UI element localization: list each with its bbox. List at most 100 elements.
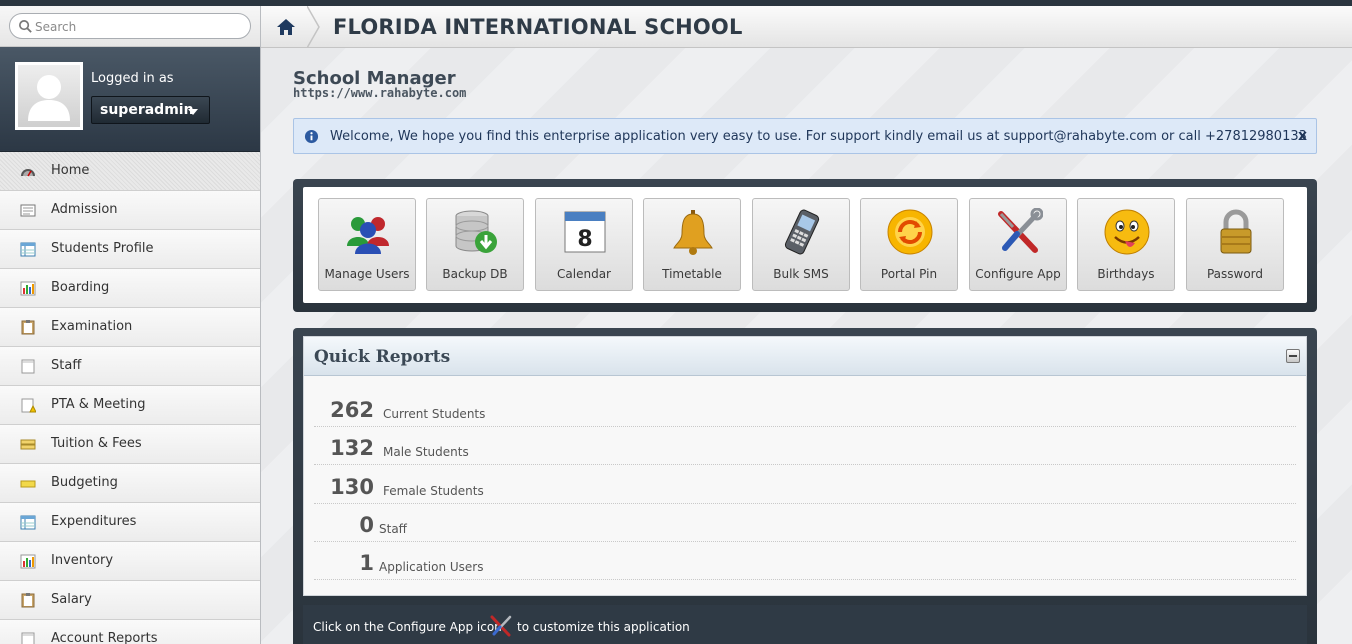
username: superadmin <box>100 102 194 118</box>
user-silhouette-icon <box>28 75 70 121</box>
sidebar-item-label: Budgeting <box>51 475 118 490</box>
shortcut-label: Birthdays <box>1097 267 1155 281</box>
search-box[interactable] <box>9 13 251 39</box>
sidebar-item-account-reports[interactable]: Account Reports <box>0 620 260 644</box>
caret-down-icon <box>188 109 198 115</box>
sidebar-nav: Home Admission Students Profile Boarding… <box>0 152 260 644</box>
shortcut-portal-pin[interactable]: Portal Pin <box>860 198 958 291</box>
refresh-pin-icon <box>887 209 933 255</box>
report-value: 132 <box>330 436 374 460</box>
quick-reports-title: Quick Reports <box>314 347 451 367</box>
tools-icon <box>490 615 512 637</box>
shortcut-label: Bulk SMS <box>773 267 829 281</box>
dashboard-gauge-icon <box>21 169 35 177</box>
alert-close-button[interactable]: x <box>1298 128 1307 144</box>
user-menu-button[interactable]: superadmin <box>91 96 210 124</box>
sidebar-item-label: PTA & Meeting <box>51 397 146 412</box>
sidebar-item-label: Examination <box>51 319 133 334</box>
warning-document-icon <box>21 398 36 413</box>
report-label: Male Students <box>383 445 469 459</box>
shortcut-bulk-sms[interactable]: Bulk SMS <box>752 198 850 291</box>
bar-chart-icon <box>20 281 36 296</box>
sidebar-item-label: Students Profile <box>51 241 154 256</box>
shortcut-label: Portal Pin <box>880 267 938 281</box>
folder-icon <box>20 480 36 488</box>
home-icon <box>277 19 295 35</box>
form-icon <box>20 204 36 217</box>
breadcrumb-separator <box>307 6 320 48</box>
sidebar-item-label: Expenditures <box>51 514 137 529</box>
sidebar-item-label: Boarding <box>51 280 110 295</box>
logged-in-label: Logged in as <box>91 71 174 86</box>
sidebar-item-label: Account Reports <box>51 631 158 644</box>
quick-reports-header: Quick Reports <box>304 337 1306 376</box>
report-label: Application Users <box>379 560 484 574</box>
main-content: School Manager https://www.rahabyte.com … <box>261 48 1352 644</box>
shortcut-label: Timetable <box>662 267 722 281</box>
sidebar-item-budgeting[interactable]: Budgeting <box>0 464 260 503</box>
shortcut-grid: Manage Users Backup DB 8 Calendar Timeta… <box>303 187 1307 303</box>
quick-reports-box: Quick Reports 262 Current Students 132 M… <box>303 336 1307 596</box>
bell-icon <box>673 210 713 255</box>
sidebar-item-staff[interactable]: Staff <box>0 347 260 386</box>
alert-text: Welcome, We hope you find this enterpris… <box>330 129 1307 144</box>
shortcut-calendar[interactable]: 8 Calendar <box>535 198 633 291</box>
user-profile: Logged in as superadmin <box>0 47 260 152</box>
home-button[interactable] <box>261 6 311 48</box>
shortcut-label: Backup DB <box>442 267 508 281</box>
configure-hint-bar: Click on the Configure App icon to custo… <box>303 605 1307 644</box>
shortcut-timetable[interactable]: Timetable <box>643 198 741 291</box>
shortcut-backup-db[interactable]: Backup DB <box>426 198 524 291</box>
shortcut-birthdays[interactable]: Birthdays <box>1077 198 1175 291</box>
search-icon <box>19 20 32 33</box>
sidebar-item-tuition-fees[interactable]: Tuition & Fees <box>0 425 260 464</box>
calendar-icon: 8 <box>564 211 606 253</box>
search-input[interactable] <box>35 18 240 35</box>
sidebar-item-salary[interactable]: Salary <box>0 581 260 620</box>
clipboard-icon <box>21 593 35 608</box>
shortcut-label: Manage Users <box>324 267 410 281</box>
sidebar-item-admission[interactable]: Admission <box>0 191 260 230</box>
document-icon <box>21 632 35 644</box>
sidebar-item-label: Staff <box>51 358 82 373</box>
sidebar-item-boarding[interactable]: Boarding <box>0 269 260 308</box>
sidebar-item-label: Inventory <box>51 553 114 568</box>
shortcut-panel: Manage Users Backup DB 8 Calendar Timeta… <box>293 179 1317 312</box>
money-icon <box>20 439 36 450</box>
report-value: 1 <box>359 551 374 575</box>
sidebar-item-inventory[interactable]: Inventory <box>0 542 260 581</box>
report-row-female-students: 130 Female Students <box>314 466 1296 504</box>
shortcut-label: Calendar <box>557 267 611 281</box>
sidebar-item-pta-meeting[interactable]: PTA & Meeting <box>0 386 260 425</box>
clipboard-icon <box>21 320 35 335</box>
sidebar-item-students-profile[interactable]: Students Profile <box>0 230 260 269</box>
sidebar-item-expenditures[interactable]: Expenditures <box>0 503 260 542</box>
avatar <box>15 62 83 130</box>
report-row-male-students: 132 Male Students <box>314 427 1296 465</box>
shortcut-label: Configure App <box>975 267 1061 281</box>
hint-text-after: to customize this application <box>517 620 690 634</box>
sidebar: Logged in as superadmin Home Admission S… <box>0 6 261 644</box>
sidebar-item-label: Admission <box>51 202 118 217</box>
search-area <box>0 6 260 47</box>
sidebar-item-label: Salary <box>51 592 92 607</box>
users-icon <box>347 217 389 254</box>
shortcut-configure-app[interactable]: Configure App <box>969 198 1067 291</box>
bar-chart-icon <box>20 554 36 569</box>
database-backup-icon <box>455 210 497 253</box>
quick-reports-panel: Quick Reports 262 Current Students 132 M… <box>293 328 1317 644</box>
table-icon <box>20 515 36 530</box>
top-header: FLORIDA INTERNATIONAL SCHOOL <box>261 6 1352 48</box>
sidebar-item-examination[interactable]: Examination <box>0 308 260 347</box>
sidebar-item-label: Home <box>51 163 90 178</box>
report-label: Staff <box>379 522 407 536</box>
tools-icon <box>998 208 1043 253</box>
collapse-icon[interactable] <box>1286 349 1300 363</box>
shortcut-password[interactable]: Password <box>1186 198 1284 291</box>
padlock-icon <box>1220 209 1252 254</box>
report-label: Current Students <box>383 407 486 421</box>
sidebar-item-home[interactable]: Home <box>0 152 260 191</box>
report-value: 0 <box>359 513 374 537</box>
table-icon <box>20 242 36 257</box>
shortcut-manage-users[interactable]: Manage Users <box>318 198 416 291</box>
